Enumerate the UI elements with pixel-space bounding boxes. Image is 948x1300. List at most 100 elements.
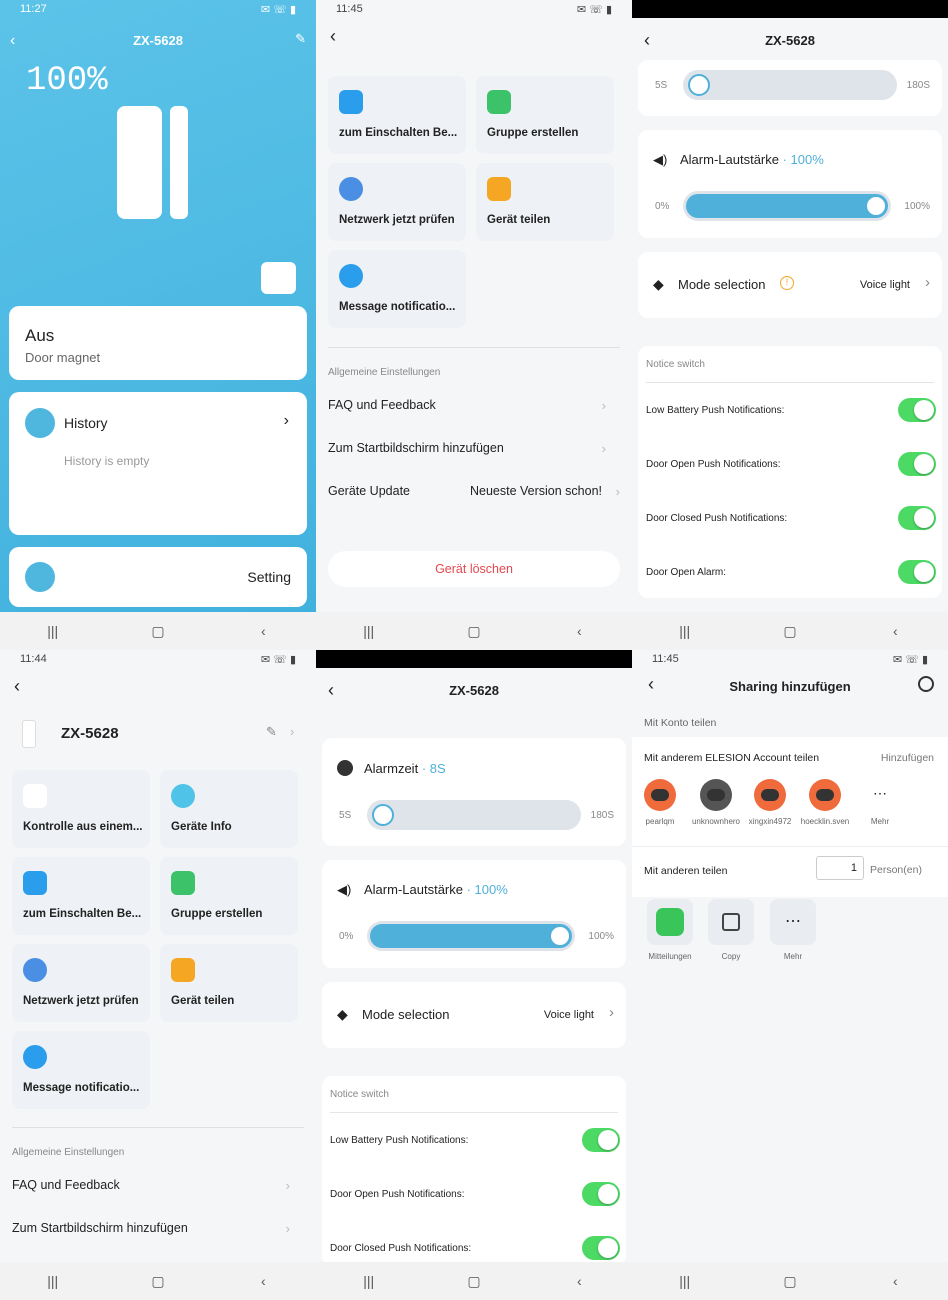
nav-back-icon[interactable]: ‹: [549, 1273, 609, 1289]
homescreen-row[interactable]: Zum Startbildschirm hinzufügen ›: [12, 1221, 304, 1236]
tile-message[interactable]: Message notificatio...: [12, 1031, 150, 1109]
lock-icon[interactable]: [261, 262, 296, 294]
person-count-input[interactable]: 1: [816, 856, 864, 880]
tile-control[interactable]: Kontrolle aus einem...: [12, 770, 150, 848]
more-share-button[interactable]: ⋯: [770, 899, 816, 945]
messages-share-button[interactable]: [647, 899, 693, 945]
notice-title: Notice switch: [330, 1089, 389, 1100]
notice-label: Low Battery Push Notifications:: [646, 405, 785, 416]
android-nav: ||| ▢ ‹: [0, 1262, 316, 1300]
tile-label: Kontrolle aus einem...: [23, 821, 143, 833]
tile-group[interactable]: Gruppe erstellen: [476, 76, 614, 154]
door-closed-toggle[interactable]: [898, 506, 936, 530]
tile-message[interactable]: Message notificatio...: [328, 250, 466, 328]
door-closed-toggle[interactable]: [582, 1236, 620, 1260]
nav-back-icon[interactable]: ‹: [549, 623, 609, 639]
tile-network[interactable]: Netzwerk jetzt prüfen: [328, 163, 466, 241]
door-open-alarm-toggle[interactable]: [898, 560, 936, 584]
volume-slider[interactable]: [683, 191, 891, 221]
recent-apps-icon[interactable]: |||: [339, 623, 399, 639]
faq-row[interactable]: FAQ und Feedback ›: [12, 1178, 304, 1193]
recent-apps-icon[interactable]: |||: [655, 623, 715, 639]
chevron-right-icon: ›: [615, 484, 620, 499]
warning-icon[interactable]: !: [780, 276, 794, 290]
home-icon[interactable]: ▢: [760, 1273, 820, 1290]
user-name: pearlqm: [645, 817, 675, 826]
tile-schedule[interactable]: zum Einschalten Be...: [12, 857, 150, 935]
chevron-right-icon: ›: [609, 1004, 614, 1021]
tile-share[interactable]: Gerät teilen: [476, 163, 614, 241]
user-avatar[interactable]: [700, 779, 732, 811]
alarm-time-slider[interactable]: [683, 70, 897, 100]
slider-knob[interactable]: [549, 925, 571, 947]
notice-label: Low Battery Push Notifications:: [330, 1135, 469, 1146]
volume-slider[interactable]: [367, 921, 575, 951]
slider-knob[interactable]: [688, 74, 710, 96]
nav-back-icon[interactable]: ‹: [233, 623, 293, 639]
back-icon[interactable]: ‹: [330, 26, 336, 47]
home-icon[interactable]: ▢: [128, 1273, 188, 1290]
tile-group[interactable]: Gruppe erstellen: [160, 857, 298, 935]
status-bar: 11:44 ✉ ☏ ▮: [0, 650, 316, 668]
nav-back-icon[interactable]: ‹: [233, 1273, 293, 1289]
recent-apps-icon[interactable]: |||: [23, 1273, 83, 1289]
recent-apps-icon[interactable]: |||: [339, 1273, 399, 1289]
back-icon[interactable]: ‹: [14, 676, 20, 697]
user-avatar[interactable]: [644, 779, 676, 811]
edit-icon[interactable]: ✎: [266, 724, 277, 740]
low-battery-toggle[interactable]: [582, 1128, 620, 1152]
home-icon[interactable]: ▢: [760, 623, 820, 640]
mode-card[interactable]: ◆ Mode selection Voice light ›: [322, 982, 626, 1048]
copy-share-button[interactable]: [708, 899, 754, 945]
setting-card[interactable]: Setting: [9, 547, 307, 607]
nav-back-icon[interactable]: ‹: [865, 1273, 925, 1289]
recent-apps-icon[interactable]: |||: [23, 623, 83, 639]
slider-knob[interactable]: [865, 195, 887, 217]
clock: 11:45: [652, 653, 679, 665]
clock-icon: [337, 760, 353, 776]
section-title: Allgemeine Einstellungen: [328, 367, 441, 378]
status-icons: ✉ ☏ ▮: [892, 653, 928, 666]
notice-label: Door Open Alarm:: [646, 567, 727, 578]
user-avatar[interactable]: [754, 779, 786, 811]
mode-card[interactable]: ◆ Mode selection ! Voice light ›: [638, 252, 942, 318]
account-share-card: Mit anderem ELESION Account teilen Hinzu…: [632, 737, 948, 897]
android-nav: ||| ▢ ‹: [632, 612, 948, 650]
low-battery-toggle[interactable]: [898, 398, 936, 422]
alarm-time-slider[interactable]: [367, 800, 581, 830]
message-bubble-icon: [656, 908, 684, 936]
user-avatar[interactable]: [809, 779, 841, 811]
history-card[interactable]: History › History is empty: [9, 392, 307, 535]
mode-label: Mode selection: [678, 277, 766, 292]
slider-knob[interactable]: [372, 804, 394, 826]
home-icon[interactable]: ▢: [128, 623, 188, 640]
more-icon[interactable]: ⋯: [864, 785, 896, 802]
tile-schedule[interactable]: zum Einschalten Be...: [328, 76, 466, 154]
android-nav: ||| ▢ ‹: [632, 1262, 948, 1300]
homescreen-row[interactable]: Zum Startbildschirm hinzufügen ›: [328, 441, 620, 456]
delete-device-button[interactable]: Gerät löschen: [328, 551, 620, 587]
settings-icon[interactable]: [918, 676, 934, 692]
homescreen-label: Zum Startbildschirm hinzufügen: [328, 441, 504, 455]
edit-icon[interactable]: ✎: [295, 31, 306, 47]
nav-back-icon[interactable]: ‹: [865, 623, 925, 639]
door-open-toggle[interactable]: [898, 452, 936, 476]
tile-label: Message notificatio...: [339, 301, 456, 313]
status-bar: [316, 650, 632, 668]
chevron-right-icon: ›: [601, 398, 606, 413]
notice-title: Notice switch: [646, 359, 705, 370]
home-icon[interactable]: ▢: [444, 623, 504, 640]
recent-apps-icon[interactable]: |||: [655, 1273, 715, 1289]
faq-row[interactable]: FAQ und Feedback ›: [328, 398, 620, 413]
panel-device-settings: 11:45 ✉ ☏ ▮ ‹ zum Einschalten Be... Grupp…: [316, 0, 632, 650]
update-row[interactable]: Geräte Update Neueste Version schon! ›: [328, 484, 620, 499]
door-open-toggle[interactable]: [582, 1182, 620, 1206]
add-button[interactable]: Hinzufügen: [881, 752, 934, 764]
home-icon[interactable]: ▢: [444, 1273, 504, 1290]
tile-info[interactable]: Geräte Info: [160, 770, 298, 848]
chevron-right-icon: ›: [285, 1221, 290, 1236]
slider-min: 5S: [655, 80, 668, 91]
divider: [330, 1112, 618, 1113]
tile-share[interactable]: Gerät teilen: [160, 944, 298, 1022]
tile-network[interactable]: Netzwerk jetzt prüfen: [12, 944, 150, 1022]
